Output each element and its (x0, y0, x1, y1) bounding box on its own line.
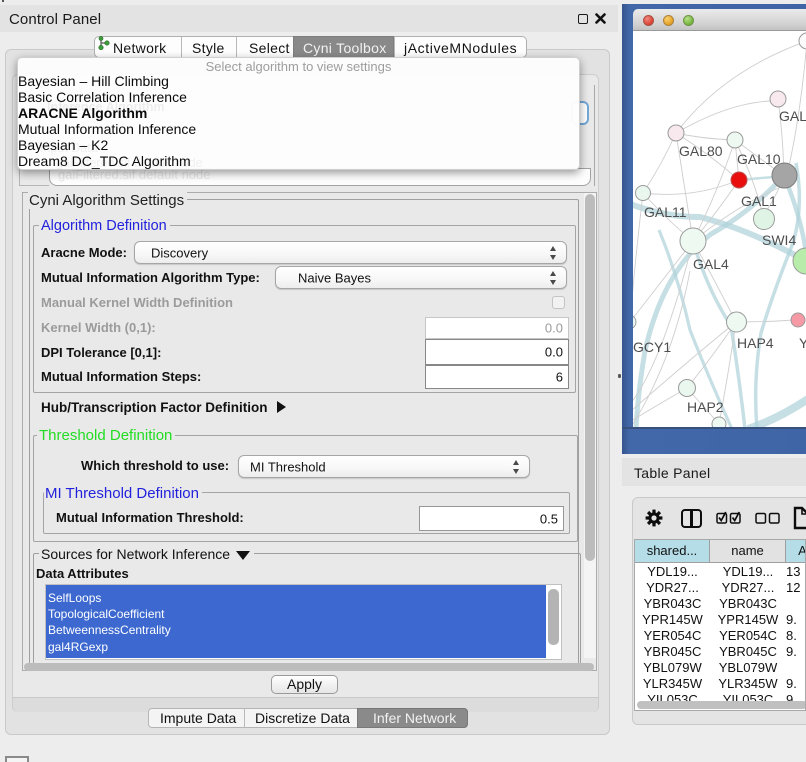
svg-text:SWI4: SWI4 (762, 232, 796, 248)
svg-text:GAL1: GAL1 (741, 193, 777, 209)
svg-text:HAP2: HAP2 (687, 399, 724, 415)
svg-text:GAL11: GAL11 (644, 204, 687, 220)
svg-text:GAL10: GAL10 (737, 151, 781, 167)
svg-text:GAL7: GAL7 (779, 108, 806, 124)
svg-text:GAL4: GAL4 (693, 256, 729, 272)
svg-text:GAL80: GAL80 (679, 143, 723, 159)
svg-text:Y: Y (799, 335, 806, 351)
svg-text:HAP4: HAP4 (737, 335, 774, 351)
svg-text:GCY1: GCY1 (633, 339, 671, 355)
